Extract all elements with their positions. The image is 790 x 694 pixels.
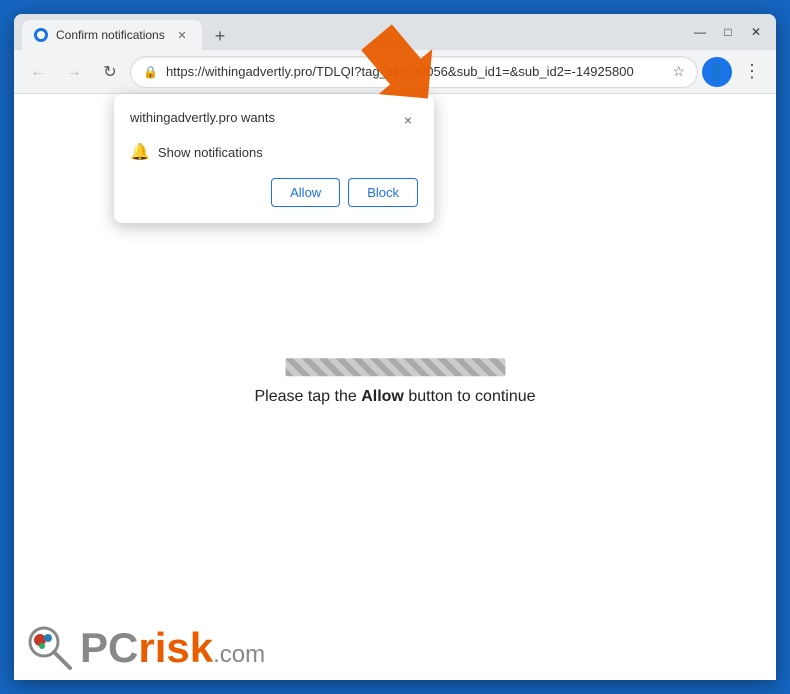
lock-icon: 🔒 <box>143 65 158 79</box>
tab-title: Confirm notifications <box>56 28 166 42</box>
popup-buttons: Allow Block <box>130 178 418 207</box>
instruction-text: Please tap the Allow button to continue <box>254 388 535 406</box>
permission-text: Show notifications <box>158 145 263 160</box>
maximize-button[interactable]: □ <box>716 20 740 44</box>
tab-favicon <box>34 28 48 42</box>
minimize-button[interactable]: — <box>688 20 712 44</box>
browser-menu-button[interactable]: ⋮ <box>736 56 768 88</box>
profile-button[interactable]: 👤 <box>702 57 732 87</box>
bell-icon: 🔔 <box>130 142 150 162</box>
logo-com: .com <box>213 641 265 669</box>
block-button[interactable]: Block <box>348 178 418 207</box>
browser-window: Confirm notifications ✕ + — □ ✕ ← → ↻ 🔒 … <box>14 14 776 680</box>
toolbar: ← → ↻ 🔒 https://withingadvertly.pro/TDLQ… <box>14 50 776 94</box>
tab-strip: Confirm notifications ✕ + <box>22 14 680 50</box>
center-content: Please tap the Allow button to continue <box>254 358 535 406</box>
forward-button[interactable]: → <box>58 56 90 88</box>
tab-close-button[interactable]: ✕ <box>174 27 190 43</box>
progress-bar <box>285 358 505 376</box>
logo-icon <box>26 624 74 672</box>
url-text: https://withingadvertly.pro/TDLQI?tag_id… <box>166 64 664 79</box>
bookmark-icon[interactable]: ☆ <box>672 63 685 80</box>
new-tab-button[interactable]: + <box>206 22 234 50</box>
title-bar: Confirm notifications ✕ + — □ ✕ <box>14 14 776 50</box>
instruction-prefix: Please tap the <box>254 388 361 405</box>
logo-risk: risk <box>138 624 213 672</box>
logo-area: PCrisk.com <box>14 616 277 680</box>
popup-permission-row: 🔔 Show notifications <box>130 142 418 162</box>
logo-text: PCrisk.com <box>80 624 265 672</box>
notification-popup: withingadvertly.pro wants × <box>114 94 434 223</box>
popup-header: withingadvertly.pro wants × <box>130 110 418 130</box>
active-tab[interactable]: Confirm notifications ✕ <box>22 20 202 50</box>
allow-button[interactable]: Allow <box>271 178 340 207</box>
page-content: withingadvertly.pro wants × <box>14 94 776 680</box>
popup-close-button[interactable]: × <box>398 110 418 130</box>
popup-site-text: withingadvertly.pro wants <box>130 110 398 125</box>
logo-pc: PC <box>80 624 138 672</box>
back-button[interactable]: ← <box>22 56 54 88</box>
window-controls: — □ ✕ <box>688 20 768 44</box>
instruction-suffix: button to continue <box>404 388 536 405</box>
instruction-highlight: Allow <box>361 388 404 405</box>
close-button[interactable]: ✕ <box>744 20 768 44</box>
profile-icon: 👤 <box>708 63 725 80</box>
refresh-button[interactable]: ↻ <box>94 56 126 88</box>
address-bar[interactable]: 🔒 https://withingadvertly.pro/TDLQI?tag_… <box>130 56 698 88</box>
